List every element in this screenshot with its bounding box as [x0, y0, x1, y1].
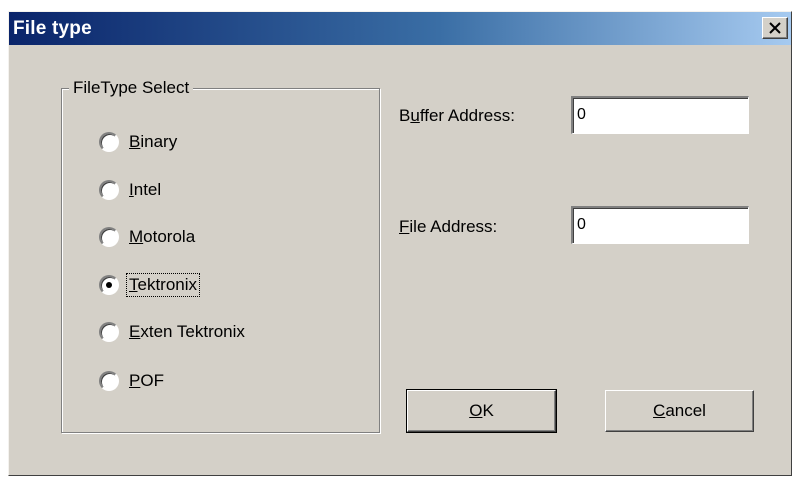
radio-tektronix[interactable]: Tektronix — [99, 272, 201, 298]
title-bar[interactable]: File type — [9, 12, 791, 45]
radio-button-icon[interactable] — [99, 180, 119, 200]
radio-button-icon[interactable] — [99, 322, 119, 342]
radio-binary[interactable]: Binary — [99, 129, 179, 155]
cancel-button-label: Cancel — [653, 401, 706, 420]
ok-button[interactable]: OK — [406, 389, 557, 433]
file-address-label: File Address: — [399, 217, 498, 236]
radio-button-icon[interactable] — [99, 371, 119, 391]
radio-label-pof: POF — [129, 371, 164, 390]
radio-dot-icon — [106, 282, 112, 288]
buffer-address-input[interactable]: 0 — [571, 96, 749, 134]
radio-label-intel: Intel — [129, 180, 162, 199]
radio-button-icon[interactable] — [99, 132, 119, 152]
dialog-title: File type — [13, 18, 92, 39]
close-icon — [769, 22, 781, 34]
groupbox-legend: FileType Select — [69, 78, 194, 98]
radio-button-icon-selected[interactable] — [99, 275, 119, 295]
close-button[interactable] — [762, 17, 788, 39]
radio-pof[interactable]: POF — [99, 368, 166, 394]
radio-button-icon[interactable] — [99, 227, 119, 247]
radio-label-exten-tektronix: Exten Tektronix — [129, 322, 245, 341]
file-type-dialog: File type FileType Select Binary Intel M… — [8, 11, 792, 476]
radio-label-tektronix: Tektronix — [125, 273, 201, 297]
file-address-input[interactable]: 0 — [571, 206, 749, 244]
radio-motorola[interactable]: Motorola — [99, 224, 197, 250]
radio-intel[interactable]: Intel — [99, 177, 163, 203]
radio-label-binary: Binary — [129, 132, 178, 151]
buffer-address-label: Buffer Address: — [399, 106, 515, 125]
ok-button-label: OK — [469, 401, 494, 420]
radio-label-motorola: Motorola — [129, 227, 196, 246]
radio-exten-tektronix[interactable]: Exten Tektronix — [99, 319, 247, 345]
cancel-button[interactable]: Cancel — [605, 390, 754, 432]
